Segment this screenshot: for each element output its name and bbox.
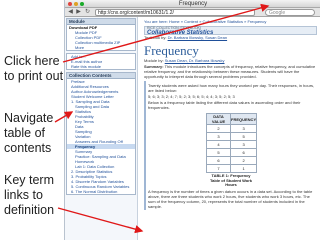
module-authors-link[interactable]: Susan Dean, Dr. Barbara Illowsky — [165, 58, 225, 63]
textbook-authors-link[interactable]: Dr. Barbara Illowsky, Susan Dean — [168, 35, 228, 40]
frequency-table: DATA VALUE FREQUENCY 233543566271 — [206, 113, 258, 173]
reload-icon[interactable]: ↻ — [84, 9, 91, 16]
data-value-cell: 3 — [206, 132, 231, 141]
forward-arrow-icon[interactable]: ▶ — [75, 9, 82, 16]
module-prefix: Module by: — [144, 58, 165, 63]
annotation-keyterm-note: Key term links to definition — [4, 173, 55, 217]
textbook-prefix: Textbook by: — [144, 35, 168, 40]
module-byline: Module by: Susan Dean, Dr. Barbara Illow… — [144, 58, 317, 63]
table-row: 62 — [206, 156, 258, 165]
course-header: RICE COLLECTION (TEXTBOOK) Collaborative… — [144, 26, 317, 36]
data-value-cell: 5 — [206, 148, 231, 157]
example-box: Twenty students were asked how many hour… — [144, 81, 317, 210]
module-actions-list: Add to... E-mail this author Rate this mod… — [67, 54, 135, 69]
data-value-cell: 6 — [206, 156, 231, 165]
collection-contents-box: Collection Contents Preface Additional Re… — [66, 72, 136, 195]
frequency-cell: 3 — [229, 124, 258, 133]
toc-list: Preface Additional Resources Author Acknow… — [67, 79, 135, 194]
summary-text: This module introduces the concepts of f… — [144, 64, 316, 79]
frequency-cell: 2 — [229, 156, 258, 165]
data-value-cell: 4 — [206, 140, 231, 149]
example-table-intro: Below is a frequency table listing the d… — [148, 100, 301, 110]
frequency-cell: 5 — [229, 132, 258, 141]
frequency-table-body: 233543566271 — [206, 124, 258, 173]
module-tools-list: Download PDF Module PDF Collection PDF Coll… — [67, 25, 135, 50]
table-row: 23 — [206, 124, 258, 133]
window-titlebar: Frequency — [65, 0, 320, 8]
data-value-cell: 7 — [206, 164, 231, 173]
search-field[interactable]: Google — [265, 9, 315, 16]
table-row: 35 — [206, 132, 258, 141]
textbook-byline: Textbook by: Dr. Barbara Illowsky, Susan… — [144, 35, 317, 41]
main-content: You are here: Home » Content » Collabora… — [140, 17, 320, 240]
frequency-cell: 1 — [229, 164, 258, 173]
left-nav-column: Module Download PDF Module PDF Collection … — [65, 17, 138, 240]
example-data-values: 5; 6; 3; 3; 2; 4; 7; 5; 2; 3; 5; 6; 5; 4… — [148, 94, 235, 99]
download-link[interactable]: More — [67, 45, 135, 50]
module-summary: Summary: This module introduces the conc… — [144, 64, 317, 79]
table-header-frequency: FREQUENCY — [229, 113, 258, 125]
example-intro: Twenty students were asked how many hour… — [148, 83, 315, 93]
table-row: 43 — [206, 140, 258, 149]
toc-item[interactable]: 6. The Normal Distribution — [67, 189, 135, 194]
breadcrumb[interactable]: You are here: Home » Content » Collabora… — [144, 19, 317, 25]
frequency-cell: 6 — [229, 148, 258, 157]
window-title: Frequency — [178, 1, 208, 7]
module-actions-box: Add to... E-mail this author Rate this mod… — [66, 53, 136, 70]
module-tools-box: Module Download PDF Module PDF Collection … — [66, 18, 136, 51]
annotation-print-note: Click here to print out — [4, 54, 64, 83]
table-caption: TABLE 1: Frequency Table of Student Work… — [209, 173, 253, 187]
address-bar[interactable]: http://cnx.org/content/m10631/1.2/ — [95, 9, 255, 16]
back-arrow-icon[interactable]: ◀ — [67, 9, 74, 16]
frequency-definition-paragraph: A frequency is the number of times a giv… — [148, 188, 313, 209]
data-value-cell: 2 — [206, 124, 231, 133]
browser-window: Frequency ◀ ▶ ↻ http://cnx.org/content/m… — [64, 0, 320, 240]
frequency-cell: 3 — [229, 140, 258, 149]
table-row: 56 — [206, 148, 258, 157]
table-row: 71 — [206, 164, 258, 173]
browser-toolbar: ◀ ▶ ↻ http://cnx.org/content/m10631/1.2/… — [65, 8, 320, 17]
page-title: Frequency — [144, 43, 199, 58]
module-action-link[interactable]: Rate this module — [67, 64, 135, 69]
annotation-navigate-note: Navigate table of contents — [4, 111, 54, 155]
table-header-data-value: DATA VALUE — [206, 113, 231, 125]
